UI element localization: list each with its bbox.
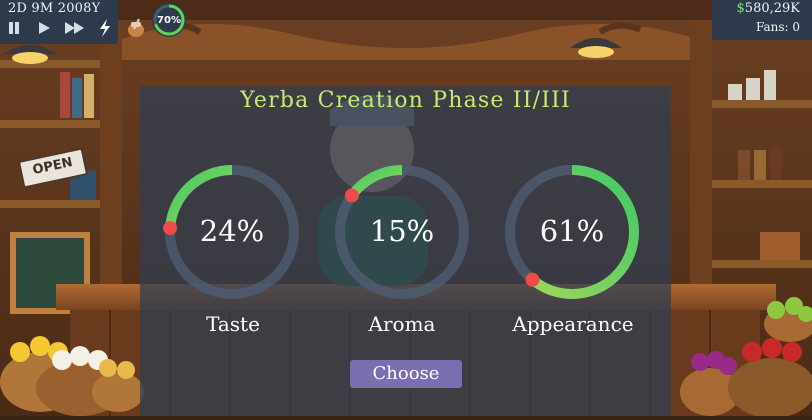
gauge-knob xyxy=(525,272,540,287)
lightning-icon xyxy=(100,19,110,37)
aroma-label: Aroma xyxy=(368,312,436,336)
choose-button[interactable]: Choose xyxy=(350,360,462,388)
time-controls-panel: 2D 9M 2008Y xyxy=(0,0,118,44)
mate-gourd-icon xyxy=(128,18,144,37)
taste-label: Taste xyxy=(206,312,260,336)
money-display: $580,29K xyxy=(737,1,800,16)
fans-count: Fans: 0 xyxy=(755,20,800,34)
appearance-percent: 61% xyxy=(539,214,605,248)
gauge-knob xyxy=(344,188,359,203)
stats-panel: $580,29K Fans: 0 xyxy=(712,0,812,40)
speed-boost-button[interactable] xyxy=(96,18,114,38)
currency-symbol: $ xyxy=(736,1,745,16)
progress-meter-label: 70% xyxy=(157,14,181,26)
play-icon xyxy=(39,22,50,34)
play-button[interactable] xyxy=(34,18,54,38)
appearance-label: Appearance xyxy=(512,312,634,336)
mate-item-button[interactable] xyxy=(124,16,148,40)
gauge-fill-arc-cw xyxy=(347,165,403,199)
progress-meter: 70% xyxy=(152,3,186,37)
pause-button[interactable] xyxy=(4,18,24,38)
pause-icon xyxy=(9,22,19,34)
money-amount: 580,29K xyxy=(744,1,800,16)
game-date: 2D 9M 2008Y xyxy=(8,1,101,16)
dialog-title: Yerba Creation Phase II/III xyxy=(240,88,571,113)
taste-percent: 24% xyxy=(199,214,265,248)
fast-forward-button[interactable] xyxy=(62,18,88,38)
aroma-percent: 15% xyxy=(369,214,435,248)
fast-forward-icon xyxy=(65,22,84,34)
